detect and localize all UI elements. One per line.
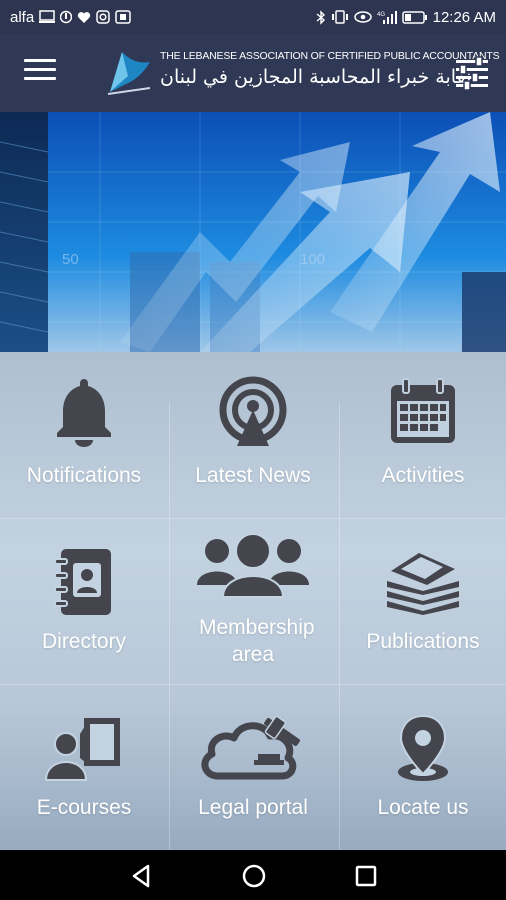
tile-icon-wrap [0, 544, 168, 620]
hamburger-menu-button[interactable] [24, 59, 56, 85]
tile-icon-wrap [0, 710, 168, 786]
tile-icon-wrap [169, 374, 337, 450]
video-lesson-icon [44, 718, 120, 781]
tile-e-courses[interactable]: E-courses [0, 684, 168, 850]
tile-label: Membership area [199, 616, 315, 666]
tile-latest-news[interactable]: Latest News [169, 352, 337, 518]
recents-square-icon [355, 865, 377, 887]
tile-label: Latest News [195, 464, 311, 487]
heart-icon [78, 11, 91, 23]
screen-icon [39, 10, 56, 23]
tile-label: Legal portal [198, 796, 308, 819]
eye-icon [353, 11, 372, 23]
home-circle-icon [242, 864, 266, 888]
hamburger-line [24, 68, 56, 71]
tile-label: Locate us [377, 796, 469, 819]
status-right: 4G 12:26 AM [316, 9, 496, 26]
bell-icon [57, 379, 111, 447]
tile-icon-wrap [0, 374, 168, 450]
tile-icon-wrap [339, 544, 506, 620]
tablet-icon [115, 10, 131, 24]
logo-english-text: THE LEBANESE ASSOCIATION OF CERTIFIED PU… [160, 50, 500, 62]
tile-icon-wrap [339, 710, 506, 786]
settings-filter-button[interactable] [454, 56, 490, 91]
tile-label: Activities [381, 464, 465, 487]
calendar-icon [391, 378, 455, 443]
status-left: alfa [10, 9, 131, 26]
tile-activities[interactable]: Activities [339, 352, 506, 518]
tile-icon-wrap [339, 374, 506, 450]
banner-number-100: 100 [300, 251, 325, 268]
hamburger-line [24, 77, 56, 80]
back-triangle-icon [132, 864, 150, 888]
tile-icon-wrap [169, 710, 337, 786]
association-logo: THE LEBANESE ASSOCIATION OF CERTIFIED PU… [104, 44, 500, 102]
instagram-icon [96, 10, 110, 24]
tile-directory[interactable]: Directory [0, 518, 168, 684]
battery-icon [401, 10, 427, 24]
tile-label: Publications [366, 630, 480, 653]
tile-locate-us[interactable]: Locate us [339, 684, 506, 850]
contacts-book-icon [54, 549, 111, 615]
logo-sail-icon [107, 52, 151, 95]
tile-label: E-courses [36, 796, 132, 819]
tile-label: Directory [41, 630, 126, 653]
financial-growth-image: 50 100 [0, 112, 506, 352]
tile-publications[interactable]: Publications [339, 518, 506, 684]
status-bar: alfa 4G 12:26 AM [0, 0, 506, 34]
back-button[interactable] [128, 862, 156, 890]
signal-icon: 4G [377, 11, 397, 24]
logo-arabic-text: نقابة خبراء المحاسبة المجازين في لبنان [160, 66, 472, 88]
hamburger-icon [24, 59, 56, 62]
cloud-gavel-icon [201, 715, 300, 780]
books-icon [387, 553, 459, 615]
sliders-icon [456, 56, 488, 91]
location-pin-icon [398, 714, 448, 781]
svg-text:4G: 4G [377, 12, 385, 18]
vpn-icon [60, 10, 73, 24]
bluetooth-icon [316, 9, 325, 25]
recents-button[interactable] [352, 862, 380, 890]
vibrate-icon [331, 10, 348, 24]
home-button[interactable] [240, 862, 268, 890]
system-nav-bar [0, 850, 506, 900]
broadcast-icon [219, 376, 287, 446]
tile-notifications[interactable]: Notifications [0, 352, 168, 518]
carrier-label: alfa [10, 8, 35, 26]
status-time: 12:26 AM [432, 8, 496, 26]
app-bar: THE LEBANESE ASSOCIATION OF CERTIFIED PU… [0, 34, 506, 112]
tile-icon-wrap [169, 526, 337, 602]
tile-membership-area[interactable]: Membership area [169, 518, 337, 684]
banner-number-50: 50 [62, 251, 79, 268]
tile-label: Notifications [26, 464, 142, 487]
hero-banner: 50 100 [0, 112, 506, 352]
group-icon [197, 533, 309, 598]
tile-legal-portal[interactable]: Legal portal [169, 684, 337, 850]
menu-grid: Notifications Latest News Activities Dir… [0, 352, 506, 850]
